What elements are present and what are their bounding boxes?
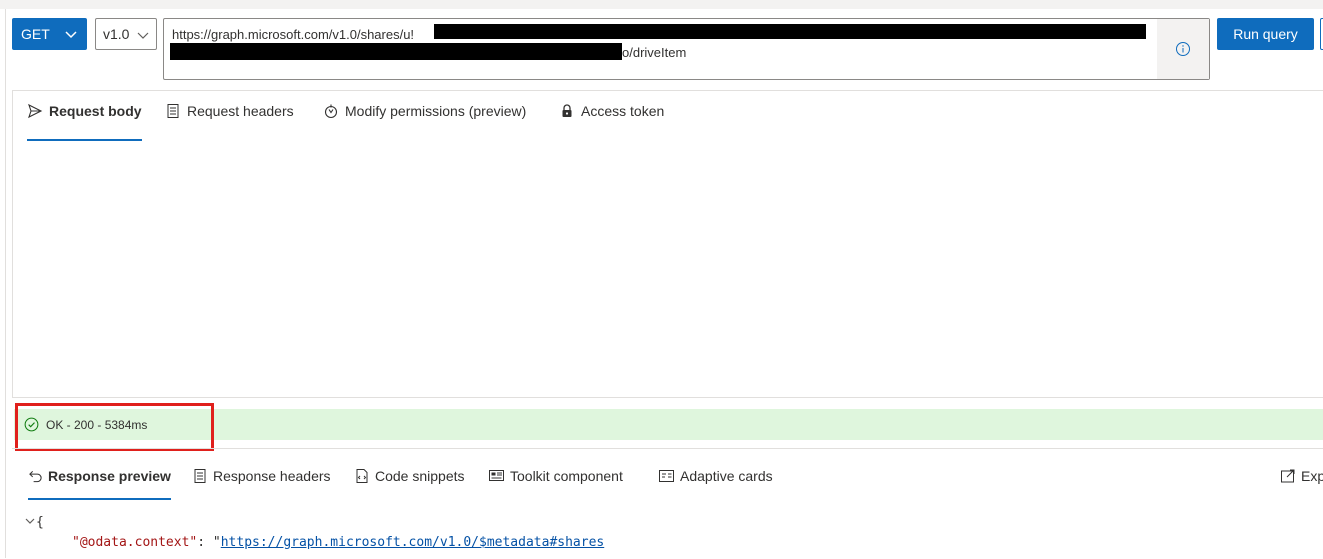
active-tab-indicator: [27, 139, 142, 141]
tab-label: Toolkit component: [510, 468, 623, 484]
tab-label: Response headers: [213, 468, 331, 484]
json-value-link[interactable]: https://graph.microsoft.com/v1.0/$metada…: [221, 535, 605, 550]
tab-access-token[interactable]: Access token: [559, 103, 664, 139]
response-panel: Response preview Response headers Code s…: [12, 448, 1323, 559]
top-strip: [0, 0, 1323, 9]
tab-label: Access token: [581, 103, 665, 119]
tab-toolkit-component[interactable]: Toolkit component: [488, 468, 623, 500]
url-info-button[interactable]: [1157, 19, 1209, 79]
tab-request-body[interactable]: Request body: [27, 103, 142, 141]
tab-label: Request headers: [187, 103, 294, 119]
url-text-line-1: https://graph.microsoft.com/v1.0/shares/…: [172, 27, 415, 42]
left-divider: [5, 9, 6, 558]
json-key: "@odata.context": [72, 535, 198, 550]
active-tab-indicator: [28, 498, 171, 500]
tab-label: Response preview: [48, 468, 171, 484]
tab-response-headers[interactable]: Response headers: [192, 468, 331, 500]
version-label: v1.0: [103, 26, 130, 42]
json-line-2: "@odata.context": "https://graph.microso…: [72, 535, 604, 550]
tab-request-headers[interactable]: Request headers: [165, 103, 294, 139]
tab-label: Request body: [49, 103, 142, 119]
http-method-label: GET: [21, 26, 50, 42]
document-icon: [167, 104, 179, 118]
status-text: OK - 200 - 5384ms: [46, 417, 148, 432]
tab-label: Adaptive cards: [680, 468, 773, 484]
send-icon: [28, 103, 43, 119]
run-query-button[interactable]: Run query: [1217, 18, 1314, 50]
tab-adaptive-cards[interactable]: Adaptive cards: [658, 468, 773, 500]
tab-export[interactable]: Exp: [1280, 468, 1323, 500]
tab-label: Code snippets: [375, 468, 465, 484]
chevron-down-icon[interactable]: [24, 515, 36, 527]
info-icon: [1176, 42, 1190, 56]
card-icon: [659, 470, 674, 482]
json-line-3-clipped: [28, 552, 1323, 558]
request-panel: Request body Request headers Modify perm…: [12, 90, 1323, 398]
export-icon: [1281, 469, 1295, 483]
document-icon: [194, 469, 206, 483]
json-line-1: {: [24, 515, 44, 530]
query-url-input[interactable]: https://graph.microsoft.com/v1.0/shares/…: [163, 18, 1210, 80]
chevron-down-icon: [137, 32, 149, 39]
tab-label: Modify permissions (preview): [345, 103, 527, 119]
redaction-bar: [170, 43, 622, 60]
http-method-dropdown[interactable]: GET: [12, 18, 87, 50]
shield-icon: [324, 104, 338, 119]
code-page-icon: [356, 469, 368, 483]
chevron-down-icon: [65, 31, 77, 39]
undo-arrow-icon: [29, 470, 42, 483]
check-circle-icon: [24, 417, 39, 432]
url-text-line-2: o/driveItem: [622, 45, 687, 60]
json-colon: : ": [197, 535, 221, 550]
json-open-brace: {: [36, 515, 44, 530]
tab-modify-permissions[interactable]: Modify permissions (preview): [323, 103, 526, 139]
toolkit-icon: [489, 470, 504, 481]
run-query-label: Run query: [1233, 26, 1298, 42]
lock-icon: [562, 104, 572, 117]
tab-response-preview[interactable]: Response preview: [28, 468, 171, 500]
clipped-text: [28, 552, 1323, 558]
redaction-bar: [434, 24, 1146, 39]
status-bar: OK - 200 - 5384ms: [14, 409, 1323, 440]
version-dropdown[interactable]: v1.0: [95, 18, 157, 50]
tab-code-snippets[interactable]: Code snippets: [354, 468, 465, 500]
tab-label: Exp: [1301, 468, 1323, 484]
